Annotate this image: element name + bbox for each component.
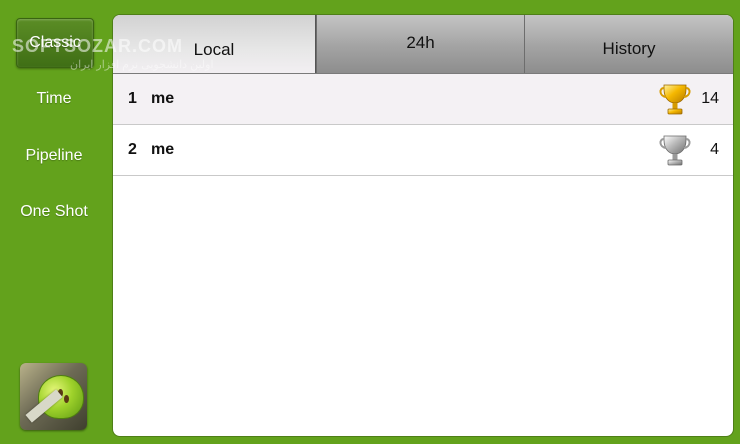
score-rank: 1 xyxy=(128,90,137,107)
score-value: 4 xyxy=(710,141,719,158)
silver-trophy-icon xyxy=(659,135,691,166)
score-value: 14 xyxy=(701,90,719,107)
mode-classic-button[interactable]: Classic xyxy=(16,18,94,68)
player-name: me xyxy=(151,90,175,107)
apple-seed xyxy=(64,395,69,403)
score-rank: 2 xyxy=(128,141,137,158)
game-mode-sidebar: Classic Time Pipeline One Shot xyxy=(0,0,108,444)
tab-history[interactable]: History xyxy=(524,15,733,73)
score-row[interactable]: 1 me 14 xyxy=(113,74,733,125)
tab-local[interactable]: Local xyxy=(113,15,316,73)
app-logo-icon[interactable] xyxy=(20,363,87,430)
mode-time-button[interactable]: Time xyxy=(16,75,92,123)
leaderboard-tabs: Local 24h History xyxy=(113,15,733,74)
tab-24h[interactable]: 24h xyxy=(316,15,524,73)
gold-trophy-icon xyxy=(659,84,691,115)
mode-one-shot-button[interactable]: One Shot xyxy=(16,188,92,236)
score-list: 1 me 14 2 me 4 xyxy=(113,74,733,176)
score-row[interactable]: 2 me 4 xyxy=(113,125,733,176)
leaderboard-panel: Local 24h History 1 me 14 2 me 4 xyxy=(112,14,734,437)
mode-pipeline-button[interactable]: Pipeline xyxy=(16,132,92,180)
player-name: me xyxy=(151,141,175,158)
